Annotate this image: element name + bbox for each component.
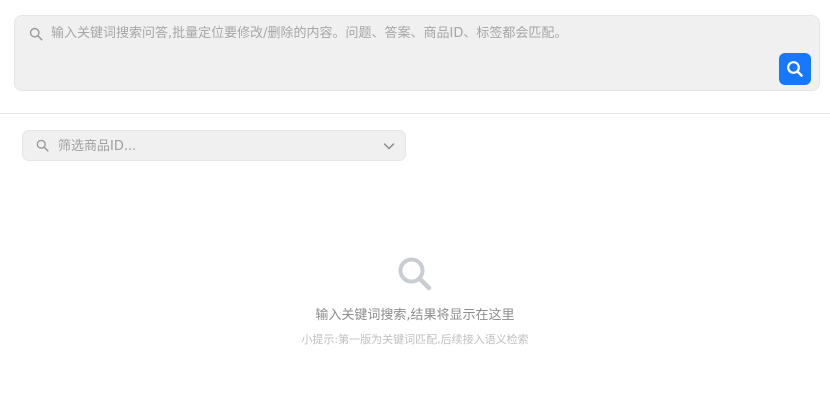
search-icon [29, 27, 43, 41]
empty-state-hint: 小提示:第一版为关键词匹配,后续接入语义检索 [301, 333, 529, 346]
divider [0, 113, 830, 114]
search-icon [398, 257, 432, 291]
empty-state: 输入关键词搜索,结果将显示在这里 小提示:第一版为关键词匹配,后续接入语义检索 [0, 255, 830, 347]
product-id-filter-input[interactable] [58, 136, 358, 156]
search-input[interactable] [51, 24, 751, 74]
search-panel [14, 15, 820, 91]
empty-state-title: 输入关键词搜索,结果将显示在这里 [315, 308, 515, 323]
chevron-down-icon[interactable] [383, 141, 395, 151]
search-icon [36, 139, 49, 152]
search-button[interactable] [779, 53, 811, 85]
search-icon [787, 61, 803, 77]
product-id-filter[interactable] [22, 130, 406, 161]
